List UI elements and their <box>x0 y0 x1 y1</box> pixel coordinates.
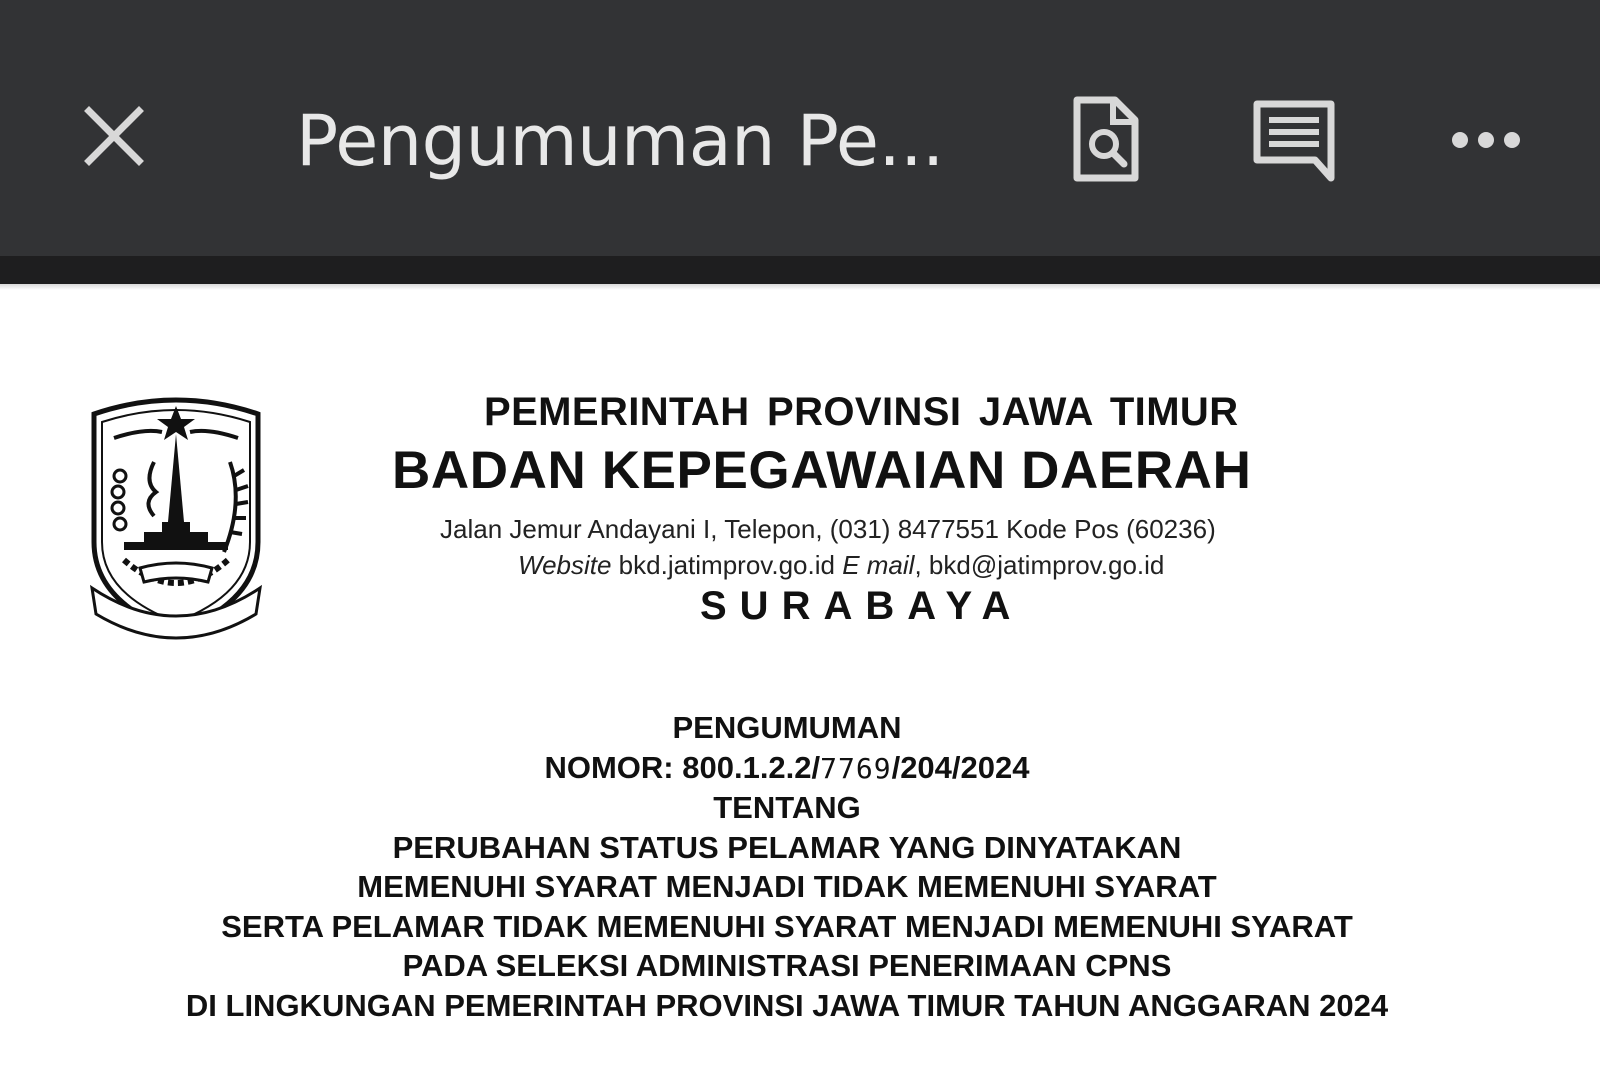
website-url: bkd.jatimprov.go.id <box>611 550 843 580</box>
more-options-button[interactable] <box>1438 94 1534 190</box>
subject-line: MEMENUHI SYARAT MENJADI TIDAK MEMENUHI S… <box>357 869 1217 904</box>
subject-line: PADA SELEKSI ADMINISTRASI PENERIMAAN CPN… <box>402 948 1172 983</box>
find-in-document-icon <box>1071 96 1141 189</box>
number-suffix: /204/2024 <box>891 749 1030 785</box>
announcement-about: TENTANG <box>713 790 861 825</box>
email-address: , bkd@jatimprov.go.id <box>914 550 1165 580</box>
announcement-title: PENGUMUMAN <box>672 710 902 745</box>
find-in-document-button[interactable] <box>1058 94 1154 190</box>
email-label: E mail <box>842 550 915 580</box>
website-label: Website <box>518 550 612 580</box>
letterhead-agency: BADAN KEPEGAWAIAN DAERAH <box>392 441 1252 500</box>
comments-icon <box>1251 98 1337 187</box>
close-button[interactable] <box>72 96 156 180</box>
east-java-emblem-logo <box>84 392 268 644</box>
announcement-number: NOMOR: 800.1.2.2/7769/204/2024 <box>0 748 1574 789</box>
number-prefix: NOMOR: 800.1.2.2/ <box>544 749 821 785</box>
letterhead-contact: Website bkd.jatimprov.go.id E mail, bkd@… <box>518 550 1164 581</box>
letterhead-address: Jalan Jemur Andayani I, Telepon, (031) 8… <box>440 514 1216 544</box>
toolbar-bottom-edge <box>0 256 1600 284</box>
subject-line: SERTA PELAMAR TIDAK MEMENUHI SYARAT MENJ… <box>221 908 1353 944</box>
letterhead-government: PEMERINTAH PROVINSI JAWA TIMUR <box>484 390 1239 434</box>
number-handwritten: 7769 <box>820 751 892 785</box>
comments-button[interactable] <box>1246 94 1342 190</box>
document-title: Pengumuman Pe... <box>296 100 944 182</box>
announcement-heading-block: PENGUMUMAN NOMOR: 800.1.2.2/7769/204/202… <box>0 708 1574 1025</box>
subject-line: PERUBAHAN STATUS PELAMAR YANG DINYATAKAN <box>392 829 1182 865</box>
letterhead-city: SURABAYA <box>700 584 1024 628</box>
viewer-toolbar: Pengumuman Pe... <box>0 0 1600 256</box>
subject-line: DI LINGKUNGAN PEMERINTAH PROVINSI JAWA T… <box>185 987 1389 1023</box>
more-options-icon <box>1450 130 1522 155</box>
close-icon <box>83 105 145 172</box>
